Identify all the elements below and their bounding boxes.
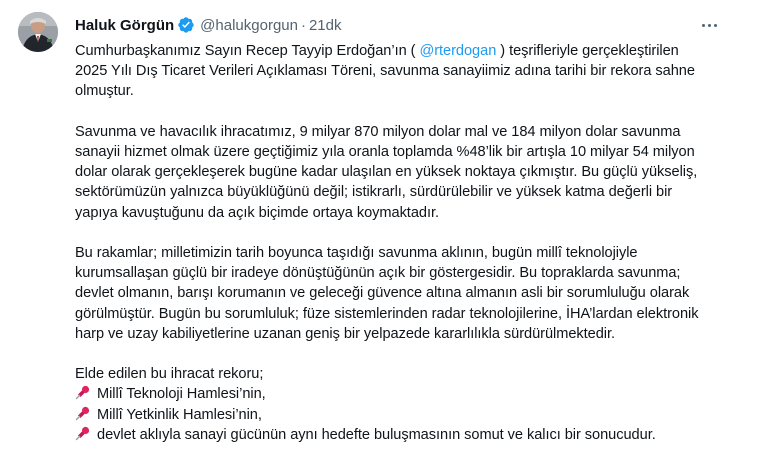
text-line: Savunma ve havacılık ihracatımız, 9 mily… <box>75 123 681 140</box>
text-line: kurumsallaşan güçlü bir iradeye dönüştüğ… <box>75 265 681 282</box>
text-line: sektörümüzün yalnızca büyüklüğünü değil;… <box>75 184 673 201</box>
bullet-line: Millî Teknoloji Hamlesi’nin, <box>75 384 747 404</box>
more-dot-icon <box>701 23 705 27</box>
text-line: görülmüştür. Bugün bu sorumluluk; füze s… <box>75 305 699 322</box>
bullet-text: Millî Teknoloji Hamlesi’nin, <box>97 386 266 403</box>
text-line: Elde edilen bu ihracat rekoru; <box>75 366 264 383</box>
avatar-image <box>18 12 58 52</box>
text-line: dolar olarak gerçekleşerek bugüne kadar … <box>75 164 698 181</box>
text-segment: Cumhurbaşkanımız Sayın Recep Tayyip Erdo… <box>75 43 420 59</box>
bullet-line: Millî Yetkinlik Hamlesi’nin, <box>75 405 747 425</box>
pushpin-icon <box>75 406 90 420</box>
text-line: devlet olmanın, barışı korumanın ve gele… <box>75 285 690 302</box>
more-options-button[interactable] <box>698 14 720 36</box>
timestamp[interactable]: 21dk <box>309 17 342 34</box>
text-line: sanayii hizmet olmak üzere geçtiğimiz yı… <box>75 144 695 160</box>
bullet-text: devlet aklıyla sanayi gücünün aynı hedef… <box>97 426 656 443</box>
tweet-header: Haluk Görgün @halukgorgun · 21dk <box>75 15 342 35</box>
more-dot-icon <box>713 23 717 27</box>
display-name[interactable]: Haluk Görgün <box>75 17 174 34</box>
text-line: Bu rakamlar; milletimizin tarih boyunca … <box>75 245 638 261</box>
bullet-text: Millî Yetkinlik Hamlesi’nin, <box>97 406 262 423</box>
avatar[interactable] <box>18 12 58 52</box>
text-line: yapıya kavuştuğunu da açık biçimde ortay… <box>75 204 439 221</box>
tweet-text: Cumhurbaşkanımız Sayın Recep Tayyip Erdo… <box>75 41 747 445</box>
text-line: 2025 Yılı Dış Ticaret Verileri Açıklamas… <box>75 63 695 80</box>
verified-badge-icon <box>178 17 194 33</box>
separator: · <box>300 16 306 34</box>
text-line: harp ve uzay kabiliyetlerine uzanan geni… <box>75 325 616 342</box>
text-line: olmuştur. <box>75 83 134 100</box>
text-line: Cumhurbaşkanımız Sayın Recep Tayyip Erdo… <box>75 41 747 61</box>
pushpin-icon <box>75 426 90 441</box>
mention-link[interactable]: @rterdogan <box>419 43 496 59</box>
text-segment: ) teşrifleriyle gerçekleştirilen <box>496 43 679 59</box>
tweet: Haluk Görgün @halukgorgun · 21dk Cumhurb… <box>0 0 759 450</box>
handle[interactable]: @halukgorgun <box>200 17 298 34</box>
bullet-line: devlet aklıyla sanayi gücünün aynı hedef… <box>75 425 747 445</box>
more-dot-icon <box>707 23 711 27</box>
pushpin-icon <box>75 386 90 400</box>
